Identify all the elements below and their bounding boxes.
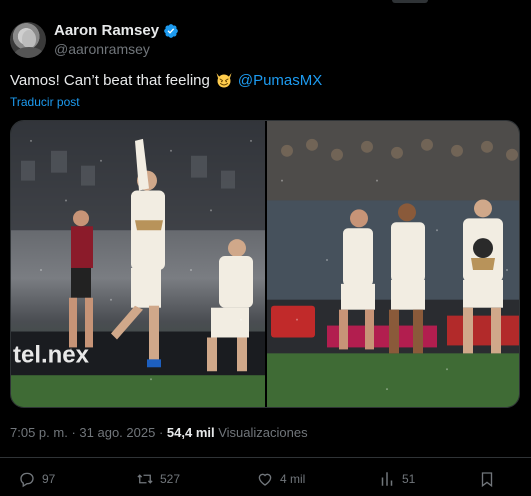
author-handle[interactable]: @aaronramsey <box>54 41 150 57</box>
meta-separator: · <box>71 425 76 440</box>
tweet-meta: 7:05 p. m. · 31 ago. 2025 · 54,4 mil Vis… <box>10 425 308 440</box>
repost-count: 527 <box>160 472 181 486</box>
smiling-devil-emoji-icon <box>216 73 232 88</box>
meta-separator: · <box>158 425 164 440</box>
svg-text:tel.nex: tel.nex <box>13 341 90 368</box>
like-button[interactable]: 4 mil <box>256 470 305 488</box>
photo-right-image <box>267 121 519 407</box>
analytics-icon <box>381 472 393 486</box>
mention-link[interactable]: @PumasMX <box>238 72 322 89</box>
views-label: Visualizaciones <box>218 425 308 440</box>
reply-icon <box>20 472 34 488</box>
top-edge-indicator <box>392 0 428 3</box>
avatar-shoulders <box>14 47 44 58</box>
tweet-body: Vamos! Can’t beat that feeling <box>10 71 210 89</box>
avatar-face <box>22 30 36 48</box>
author-display-name[interactable]: Aaron Ramsey <box>54 22 159 39</box>
divider <box>0 457 531 458</box>
views-button[interactable]: 51 <box>378 470 415 488</box>
action-bar: 97 527 4 mil 51 <box>0 470 531 490</box>
heart-icon <box>258 473 272 486</box>
views-count: 54,4 mil <box>166 425 215 440</box>
photo-celebration-left[interactable]: tel.nex <box>11 121 265 407</box>
reply-button[interactable]: 97 <box>18 470 55 488</box>
like-count: 4 mil <box>280 472 306 486</box>
photo-celebration-right[interactable] <box>267 121 519 407</box>
translate-post-link[interactable]: Traducir post <box>10 95 80 109</box>
verified-badge-icon[interactable] <box>163 23 179 39</box>
repost-button[interactable]: 527 <box>136 470 180 488</box>
bookmark-icon <box>481 472 493 488</box>
media-grid: tel.nex <box>10 120 520 408</box>
tweet-time[interactable]: 7:05 p. m. <box>10 425 68 440</box>
bookmark-button[interactable] <box>478 470 496 488</box>
repost-icon <box>137 474 153 484</box>
tweet-date[interactable]: 31 ago. 2025 <box>79 425 155 440</box>
views-action-count: 51 <box>402 472 416 486</box>
author-name-row: Aaron Ramsey <box>54 22 179 39</box>
reply-count: 97 <box>42 472 56 486</box>
avatar[interactable] <box>10 22 46 58</box>
tweet-text: Vamos! Can’t beat that feeling @PumasMX <box>10 71 322 89</box>
photo-left-image: tel.nex <box>11 121 265 407</box>
